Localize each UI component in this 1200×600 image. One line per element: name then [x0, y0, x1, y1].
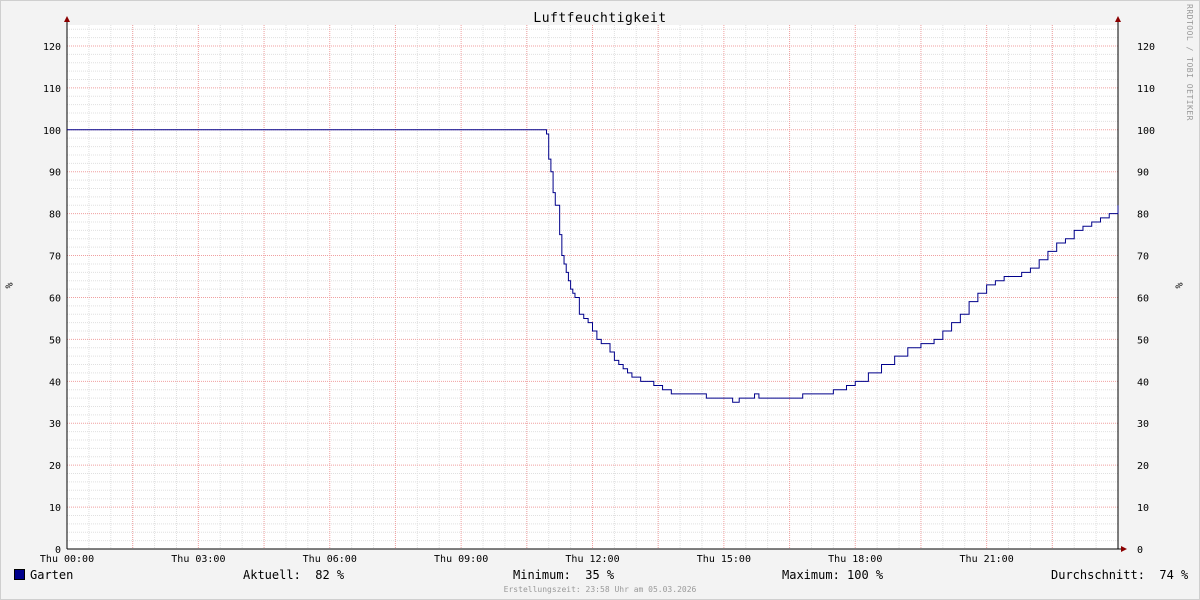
y-tick-label-right: 70: [1137, 252, 1149, 263]
x-tick-label: Thu 09:00: [434, 554, 488, 565]
y-tick-label-left: 120: [43, 42, 61, 53]
rrdtool-watermark: RRDTOOL / TOBI OETIKER: [1185, 4, 1194, 121]
y-tick-label-left: 110: [43, 84, 61, 95]
stat-average-label: Durchschnitt:: [1051, 568, 1145, 582]
y-tick-label-right: 10: [1137, 503, 1149, 514]
x-tick-label: Thu 21:00: [960, 554, 1014, 565]
stat-minimum-label: Minimum:: [513, 568, 571, 582]
stat-average-value: 74 %: [1159, 568, 1189, 582]
x-tick-label: Thu 12:00: [565, 554, 619, 565]
stat-average: Durchschnitt: 74 %: [1051, 568, 1188, 582]
stat-minimum: Minimum: 35 %: [513, 568, 614, 582]
x-tick-label: Thu 03:00: [171, 554, 225, 565]
y-tick-label-left: 60: [49, 293, 61, 304]
y-tick-label-left: 20: [49, 461, 61, 472]
stat-maximum: Maximum: 100 %: [782, 568, 883, 582]
stat-minimum-value: 35 %: [585, 568, 615, 582]
y-tick-label-right: 40: [1137, 377, 1149, 388]
line-chart: 0 010 1020 2030 3040 4050 5060 6070 7080 8090 9010…: [40, 16, 1155, 565]
creation-timestamp: Erstellungszeit: 23:58 Uhr am 05.03.2026: [503, 585, 697, 594]
y-tick-label-right: 30: [1137, 419, 1149, 430]
y-axis-unit-right: %: [1172, 282, 1184, 289]
y-axis-unit-left: %: [2, 282, 14, 289]
stat-current-label: Aktuell:: [243, 568, 301, 582]
x-axis-arrow: [1121, 546, 1127, 552]
y-tick-label-left: 40: [49, 377, 61, 388]
legend-series-name: Garten: [30, 568, 74, 582]
legend-swatch: [14, 569, 25, 580]
y-tick-label-right: 50: [1137, 335, 1149, 346]
stat-maximum-label: Maximum:: [782, 568, 840, 582]
y-tick-label-right: 0: [1137, 545, 1143, 556]
x-tick-label: Thu 06:00: [303, 554, 357, 565]
y-tick-label-left: 10: [49, 503, 61, 514]
y-tick-label-right: 110: [1137, 84, 1155, 95]
y-tick-label-left: 100: [43, 126, 61, 137]
y-tick-label-right: 120: [1137, 42, 1155, 53]
y-tick-label-right: 90: [1137, 168, 1149, 179]
stat-current: Aktuell: 82 %: [243, 568, 344, 582]
x-tick-label: Thu 15:00: [697, 554, 751, 565]
chart-title: Luftfeuchtigkeit: [533, 11, 667, 26]
stat-maximum-value: 100 %: [847, 568, 884, 582]
x-tick-label: Thu 18:00: [828, 554, 882, 565]
y-tick-label-left: 70: [49, 252, 61, 263]
y-tick-label-left: 90: [49, 168, 61, 179]
y-tick-label-left: 30: [49, 419, 61, 430]
y-tick-label-right: 100: [1137, 126, 1155, 137]
y-tick-label-left: 50: [49, 335, 61, 346]
y-tick-label-left: 80: [49, 210, 61, 221]
stat-current-value: 82 %: [315, 568, 345, 582]
legend: Garten Aktuell: 82 % Minimum: 35 % Maxim…: [0, 568, 1200, 584]
y-tick-label-right: 60: [1137, 293, 1149, 304]
y-tick-label-right: 80: [1137, 210, 1149, 221]
y-tick-label-right: 20: [1137, 461, 1149, 472]
x-tick-label: Thu 00:00: [40, 554, 94, 565]
